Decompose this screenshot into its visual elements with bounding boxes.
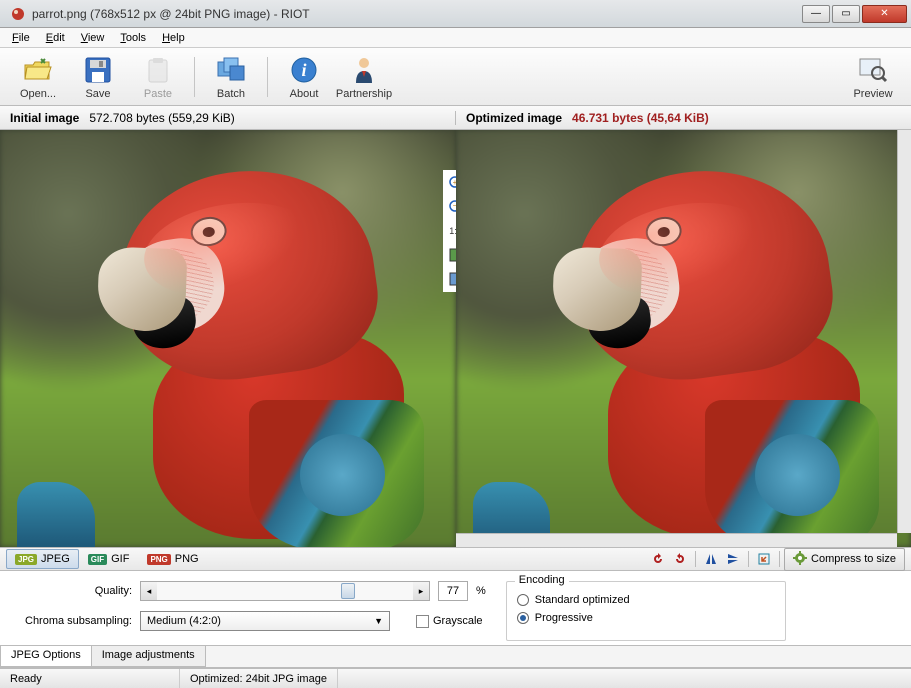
flip-vertical-button[interactable] (723, 550, 743, 568)
format-tab-jpeg[interactable]: JPG JPEG (6, 549, 79, 569)
slider-increment-button[interactable]: ▸ (413, 582, 429, 600)
options-panel: Quality: ◂ ▸ % Chroma subsampling: Mediu… (0, 571, 911, 646)
slider-decrement-button[interactable]: ◂ (141, 582, 157, 600)
gif-badge-icon: GIF (88, 554, 107, 565)
jpeg-options-tab[interactable]: JPEG Options (0, 646, 92, 667)
about-button[interactable]: i About (274, 51, 334, 103)
save-label: Save (85, 88, 110, 100)
batch-label: Batch (217, 88, 245, 100)
format-bar-separator (779, 551, 780, 567)
chevron-down-icon: ▼ (374, 616, 383, 626)
quality-slider[interactable]: ◂ ▸ (140, 581, 430, 601)
status-bar: Ready Optimized: 24bit JPG image (0, 668, 911, 688)
gear-icon (793, 551, 807, 568)
format-bar-separator (695, 551, 696, 567)
close-button[interactable]: ✕ (862, 5, 907, 23)
toolbar-separator (194, 57, 195, 97)
menu-tools[interactable]: Tools (112, 30, 154, 46)
grayscale-checkbox[interactable] (416, 615, 429, 628)
quality-label: Quality: (12, 585, 132, 597)
open-button[interactable]: Open... (8, 51, 68, 103)
chroma-label: Chroma subsampling: (12, 615, 132, 627)
preview-button[interactable]: Preview (843, 51, 903, 103)
rotate-ccw-button[interactable] (648, 550, 668, 568)
menu-view[interactable]: View (73, 30, 113, 46)
svg-text:i: i (301, 60, 306, 80)
person-icon (348, 54, 380, 86)
format-bar-separator (748, 551, 749, 567)
jpeg-tab-label: JPEG (41, 553, 70, 565)
menu-file[interactable]: File (4, 30, 38, 46)
rotate-cw-button[interactable] (670, 550, 690, 568)
batch-button[interactable]: Batch (201, 51, 261, 103)
initial-image-label: Initial image (10, 111, 79, 125)
minimize-button[interactable]: — (802, 5, 830, 23)
menu-help[interactable]: Help (154, 30, 193, 46)
preview-label: Preview (853, 88, 892, 100)
batch-icon (215, 54, 247, 86)
chroma-value: Medium (4:2:0) (147, 615, 221, 627)
image-adjustments-tab[interactable]: Image adjustments (91, 646, 206, 667)
menu-edit[interactable]: Edit (38, 30, 73, 46)
format-tab-png[interactable]: PNG PNG (138, 549, 207, 569)
slider-thumb[interactable] (341, 583, 355, 599)
initial-image-panel[interactable] (0, 130, 456, 547)
optimized-image-panel[interactable] (456, 130, 911, 547)
bottom-tabs: JPEG Options Image adjustments (0, 646, 911, 668)
format-bar: JPG JPEG GIF GIF PNG PNG Compress to siz… (0, 547, 911, 571)
initial-image-size: 572.708 bytes (559,29 KiB) (89, 111, 234, 125)
quality-input[interactable] (438, 581, 468, 601)
jpeg-badge-icon: JPG (15, 554, 37, 565)
save-button[interactable]: Save (68, 51, 128, 103)
standard-optimized-radio[interactable] (517, 594, 529, 606)
maximize-button[interactable]: ▭ (832, 5, 860, 23)
progressive-label: Progressive (535, 612, 593, 624)
horizontal-scrollbar[interactable] (456, 533, 898, 547)
toolbar-separator (267, 57, 268, 97)
info-bar: Initial image 572.708 bytes (559,29 KiB)… (0, 106, 911, 130)
status-optimized: Optimized: 24bit JPG image (180, 669, 338, 688)
flip-horizontal-button[interactable] (701, 550, 721, 568)
title-bar: parrot.png (768x512 px @ 24bit PNG image… (0, 0, 911, 28)
png-tab-label: PNG (175, 553, 199, 565)
toolbar: Open... Save Paste Batch i About Partner… (0, 48, 911, 106)
vertical-scrollbar[interactable] (897, 130, 911, 533)
menu-bar: File Edit View Tools Help (0, 28, 911, 48)
partnership-button[interactable]: Partnership (334, 51, 394, 103)
standard-optimized-label: Standard optimized (535, 594, 630, 606)
optimized-image-size: 46.731 bytes (45,64 KiB) (572, 111, 709, 125)
image-comparison-area: + − 1:1 (0, 130, 911, 547)
encoding-legend: Encoding (515, 574, 569, 586)
paste-label: Paste (144, 88, 172, 100)
optimized-image-label: Optimized image (466, 111, 562, 125)
slider-track[interactable] (157, 582, 413, 600)
app-icon (10, 6, 26, 22)
format-tab-gif[interactable]: GIF GIF (79, 549, 139, 569)
resize-button[interactable] (754, 550, 774, 568)
paste-button: Paste (128, 51, 188, 103)
status-ready: Ready (0, 669, 180, 688)
magnifier-icon (857, 54, 889, 86)
floppy-disk-icon (82, 54, 114, 86)
window-title: parrot.png (768x512 px @ 24bit PNG image… (32, 7, 802, 21)
info-icon: i (288, 54, 320, 86)
gif-tab-label: GIF (111, 553, 129, 565)
chroma-subsampling-dropdown[interactable]: Medium (4:2:0) ▼ (140, 611, 390, 631)
png-badge-icon: PNG (147, 554, 170, 565)
clipboard-icon (142, 54, 174, 86)
open-label: Open... (20, 88, 56, 100)
partnership-label: Partnership (336, 88, 392, 100)
percent-label: % (476, 585, 486, 597)
grayscale-label: Grayscale (433, 615, 483, 627)
progressive-radio[interactable] (517, 612, 529, 624)
compress-to-size-button[interactable]: Compress to size (784, 548, 905, 571)
compress-label: Compress to size (811, 553, 896, 565)
folder-open-icon (22, 54, 54, 86)
encoding-fieldset: Encoding Standard optimized Progressive (506, 581, 786, 641)
about-label: About (290, 88, 319, 100)
